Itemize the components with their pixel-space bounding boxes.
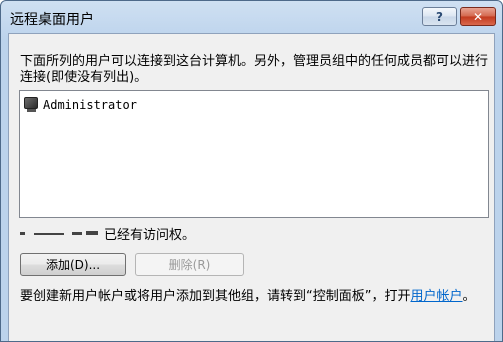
access-text: 已经有访问权。: [104, 227, 196, 243]
footer-text: 要创建新用户帐户或将用户添加到其他组，请转到“控制面板”，打开用户帐户。: [20, 289, 490, 305]
user-list[interactable]: Administrator: [19, 90, 489, 218]
description-text: 下面所列的用户可以连接到这台计算机。另外，管理员组中的任何成员都可以进行连接(即…: [20, 54, 489, 85]
close-button[interactable]: ✕: [460, 7, 496, 26]
dialog-body: 下面所列的用户可以连接到这台计算机。另外，管理员组中的任何成员都可以进行连接(即…: [8, 33, 495, 341]
footer-text-before: 要创建新用户帐户或将用户添加到其他组，请转到“控制面板”，打开: [20, 289, 411, 304]
dialog-title: 远程桌面用户: [10, 12, 94, 28]
help-button[interactable]: ?: [422, 7, 457, 26]
list-item-label: Administrator: [43, 98, 137, 112]
redacted-username: [20, 227, 98, 239]
question-mark-icon: ?: [436, 9, 443, 24]
close-icon: ✕: [472, 9, 484, 24]
title-bar[interactable]: 远程桌面用户 ? ✕: [1, 1, 502, 33]
user-accounts-link[interactable]: 用户帐户: [410, 289, 462, 304]
remote-desktop-users-dialog: 远程桌面用户 ? ✕ 下面所列的用户可以连接到这台计算机。另外，管理员组中的任何…: [0, 0, 503, 342]
user-computer-icon: [24, 97, 40, 113]
footer-text-after: 。: [462, 289, 476, 304]
access-status: 已经有访问权。: [20, 224, 196, 243]
add-button[interactable]: 添加(D)...: [20, 253, 126, 276]
delete-button[interactable]: 删除(R): [135, 253, 244, 276]
list-item[interactable]: Administrator: [24, 96, 137, 114]
